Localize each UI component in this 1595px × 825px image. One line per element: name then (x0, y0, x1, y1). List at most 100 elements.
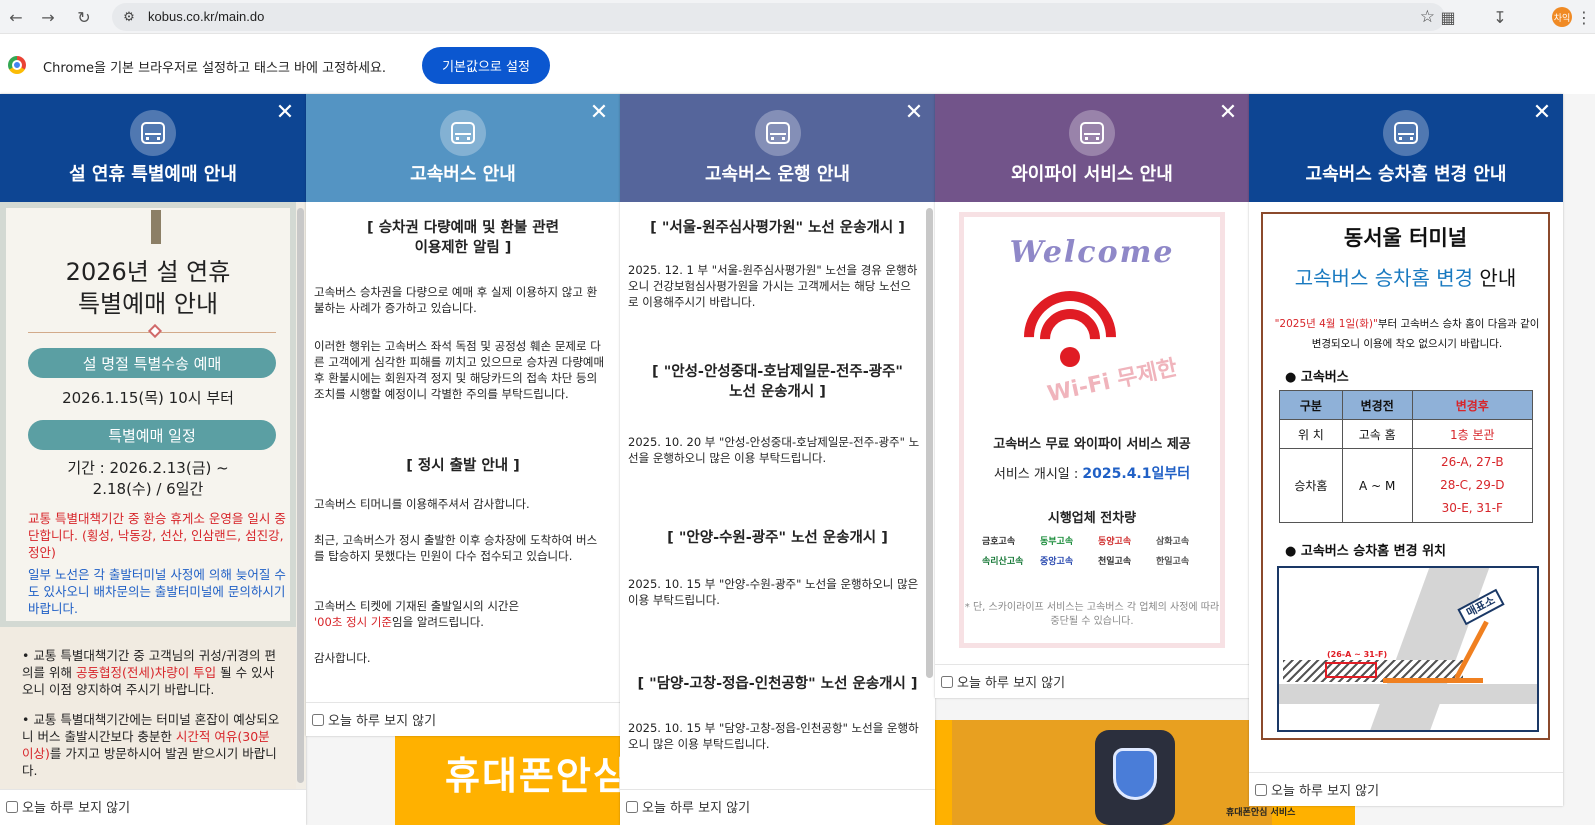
popup-express-bus-notice: 고속버스 안내 ✕ [ 승차권 다량예매 및 환불 관련 이용제한 알림 ] 고… (306, 94, 620, 736)
popup-header: 설 연휴 특별예매 안내 ✕ (0, 94, 306, 202)
popup-platform-change: 고속버스 승차홈 변경 안내 ✕ 동서울 터미널 고속버스 승차홈 변경 안내 … (1249, 94, 1563, 806)
wifi-scope: 시행업체 전차량 (1047, 511, 1137, 526)
diamond-icon (147, 323, 163, 339)
promo-banner-small-text: 휴대폰안심 서비스 (1226, 808, 1296, 818)
wifi-dot-icon (1060, 347, 1080, 367)
paragraph: 고속버스 티켓에 기재된 출발일시의 시간은 '00초 정시 기준임을 알려드립… (314, 599, 520, 629)
bus-icon (754, 110, 801, 156)
popup-header: 고속버스 운행 안내 ✕ (620, 94, 935, 202)
forward-arrow-icon[interactable]: → (36, 5, 60, 29)
platform-label: (26-A ~ 31-F) (1327, 650, 1388, 659)
url-text: kobus.co.kr/main.do (148, 9, 265, 24)
paragraph: 감사합니다. (314, 651, 371, 665)
paragraph: 최근, 고속버스가 정시 출발한 이후 승차장에 도착하여 버스를 탑승하지 못… (314, 533, 598, 563)
paragraph: 이러한 행위는 고속버스 좌석 독점 및 공정성 훼손 문제로 다른 고객에게 … (314, 339, 605, 401)
company-logo: 속리산고속 (982, 557, 1024, 567)
profile-avatar[interactable]: 차익 (1552, 7, 1572, 27)
company-logo: 중앙고속 (1040, 557, 1074, 567)
terminal-name: 동서울 터미널 (1343, 226, 1468, 250)
company-logo: 동부고속 (1040, 537, 1074, 547)
platform-location-map: (26-A ~ 31-F) 매표소 (1277, 566, 1539, 732)
popup-content: Welcome Wi-Fi 무제한 고속버스 무료 와이파이 서비스 제공 서비… (935, 202, 1249, 664)
chrome-logo-icon (8, 56, 26, 74)
set-default-button[interactable]: 기본값으로 설정 (422, 47, 550, 84)
route-title: [ "담양-고창-정읍-인천공항" 노선 운송개시 ] (637, 676, 918, 692)
download-icon[interactable]: ↧ (1488, 5, 1512, 29)
paragraph: 고속버스 티머니를 이용해주셔서 감사합니다. (314, 497, 530, 511)
dismiss-label: 오늘 하루 보지 않기 (328, 714, 437, 729)
popup-wifi-service: 와이파이 서비스 안내 ✕ Welcome Wi-Fi 무제한 고속버스 무료 … (935, 94, 1249, 698)
close-icon[interactable]: ✕ (1531, 102, 1553, 124)
address-bar[interactable]: ⚙ kobus.co.kr/main.do ☆ (112, 3, 1445, 31)
dismiss-checkbox[interactable] (312, 713, 324, 726)
close-icon[interactable]: ✕ (903, 102, 925, 124)
paragraph: 고속버스 승차권을 다량으로 예매 후 실제 이용하지 않고 환불하는 사례가 … (314, 285, 598, 315)
scrollbar[interactable] (926, 208, 933, 678)
section-title: [ 승차권 다량예매 및 환불 관련 이용제한 알림 ] (367, 220, 559, 256)
dismiss-checkbox[interactable] (6, 800, 18, 813)
route-text: 2025. 12. 1 부 "서울-원주심사평가원" 노선을 경유 운행하오니 … (628, 263, 918, 309)
popup-title: 고속버스 안내 (410, 164, 516, 185)
bus-icon (1383, 110, 1429, 156)
notice-heading: 2026년 설 연휴 특별예매 안내 (65, 258, 231, 318)
bus-icon (130, 110, 176, 156)
popup-header: 고속버스 승차홈 변경 안내 ✕ (1249, 94, 1563, 202)
notice-item: • 교통 특별대책기간에는 터미널 혼잡이 예상되오니 버스 출발시간보다 충분… (22, 712, 280, 778)
reload-icon[interactable]: ↻ (72, 5, 96, 29)
section-pill: 특별예매 일정 (28, 420, 276, 450)
dismiss-today[interactable]: 오늘 하루 보지 않기 (1249, 772, 1563, 806)
dismiss-checkbox[interactable] (941, 675, 953, 688)
infobar-message: Chrome을 기본 브라우저로 설정하고 태스크 바에 고정하세요. (43, 61, 387, 76)
default-browser-infobar: Chrome을 기본 브라우저로 설정하고 태스크 바에 고정하세요. 기본값으… (0, 34, 1595, 94)
notice-image-top: 2026년 설 연휴 특별예매 안내 설 명절 특별수송 예매 2026.1.1… (0, 202, 296, 627)
platform-table: 구분 변경전 변경후 위 치 고속 홈 1층 본관 승차홈 A ~ M 26-A… (1279, 390, 1534, 523)
popup-header: 고속버스 안내 ✕ (306, 94, 620, 202)
table-header-row: 구분 변경전 변경후 (1279, 390, 1534, 420)
bus-icon (440, 110, 486, 156)
company-logos: 금호고속 동부고속 동양고속 삼화고속 속리산고속 중앙고속 천일고속 한일고속 (982, 535, 1212, 569)
dismiss-checkbox[interactable] (1255, 783, 1267, 796)
table-row: 위 치 고속 홈 1층 본관 (1279, 419, 1534, 449)
wifi-footnote: * 단, 스카이라이프 서비스는 고속버스 각 업체의 사정에 따라 중단될 수… (964, 602, 1220, 627)
popup-content: 2026년 설 연휴 특별예매 안내 설 명절 특별수송 예매 2026.1.1… (0, 202, 306, 789)
route-title: [ "서울-원주심사평가원" 노선 운송개시 ] (650, 220, 905, 236)
dismiss-checkbox[interactable] (626, 800, 638, 813)
close-icon[interactable]: ✕ (1217, 102, 1239, 124)
platform-marker (1325, 662, 1377, 678)
menu-dots-icon[interactable]: ⋮ (1572, 5, 1595, 29)
close-icon[interactable]: ✕ (588, 102, 610, 124)
popup-title: 설 연휴 특별예매 안내 (69, 164, 237, 185)
dismiss-today[interactable]: 오늘 하루 보지 않기 (935, 664, 1249, 698)
booking-date: 2026.1.15(목) 10시 부터 (62, 389, 234, 407)
back-arrow-icon[interactable]: ← (4, 5, 28, 29)
notice-heading: 고속버스 승차홈 변경 안내 (1294, 266, 1517, 290)
notice-red: 교통 특별대책기간 중 환승 휴게소 운영을 일시 중단합니다. (횡성, 낙동… (28, 511, 286, 560)
company-logo: 금호고속 (982, 537, 1016, 547)
dismiss-today[interactable]: 오늘 하루 보지 않기 (620, 789, 935, 823)
route-text: 2025. 10. 15 부 "담양-고창-정읍-인천공항" 노선을 운행하오니… (628, 721, 919, 751)
scrollbar[interactable] (297, 208, 304, 783)
dismiss-label: 오늘 하루 보지 않기 (1271, 784, 1380, 799)
dismiss-today[interactable]: 오늘 하루 보지 않기 (306, 702, 620, 736)
popup-header: 와이파이 서비스 안내 ✕ (935, 94, 1249, 202)
popup-title: 고속버스 운행 안내 (704, 164, 850, 185)
notice-text: "2025년 4월 1일(화)"부터 고속버스 승차 홈이 다음과 같이 변경되… (1274, 318, 1540, 350)
popup-title: 고속버스 승차홈 변경 안내 (1305, 164, 1507, 185)
close-icon[interactable]: ✕ (274, 102, 296, 124)
table-row: 승차홈 A ~ M 26-A, 27-B 28-C, 29-D 30-E, 31… (1279, 448, 1534, 523)
bookmark-star-icon[interactable]: ☆ (1420, 7, 1435, 27)
dismiss-today[interactable]: 오늘 하루 보지 않기 (0, 789, 306, 823)
browser-toolbar: ← → ↻ ⚙ kobus.co.kr/main.do ☆ ▦ ↧ 차익 ⋮ (0, 0, 1595, 34)
route-title: [ "안양-수원-광주" 노선 운송개시 ] (667, 530, 888, 546)
popup-title: 와이파이 서비스 안내 (1011, 164, 1173, 185)
popup-content: [ 승차권 다량예매 및 환불 관련 이용제한 알림 ] 고속버스 승차권을 다… (306, 202, 620, 702)
site-info-icon[interactable]: ⚙ (120, 8, 138, 26)
ornament-icon (151, 210, 161, 244)
route-text: 2025. 10. 15 부 "안양-수원-광주" 노선을 운행하오니 많은 이… (628, 577, 919, 607)
popup-route-operation: 고속버스 운행 안내 ✕ [ "서울-원주심사평가원" 노선 운송개시 ] 20… (620, 94, 935, 825)
wifi-notice-image: Welcome Wi-Fi 무제한 고속버스 무료 와이파이 서비스 제공 서비… (959, 212, 1225, 648)
section-label: ● 고속버스 (1285, 370, 1349, 385)
extensions-icon[interactable]: ▦ (1436, 5, 1460, 29)
route-title: [ "안성-안성중대-호남제일문-전주-광주" 노선 운송개시 ] (652, 364, 903, 400)
dismiss-label: 오늘 하루 보지 않기 (642, 801, 751, 816)
